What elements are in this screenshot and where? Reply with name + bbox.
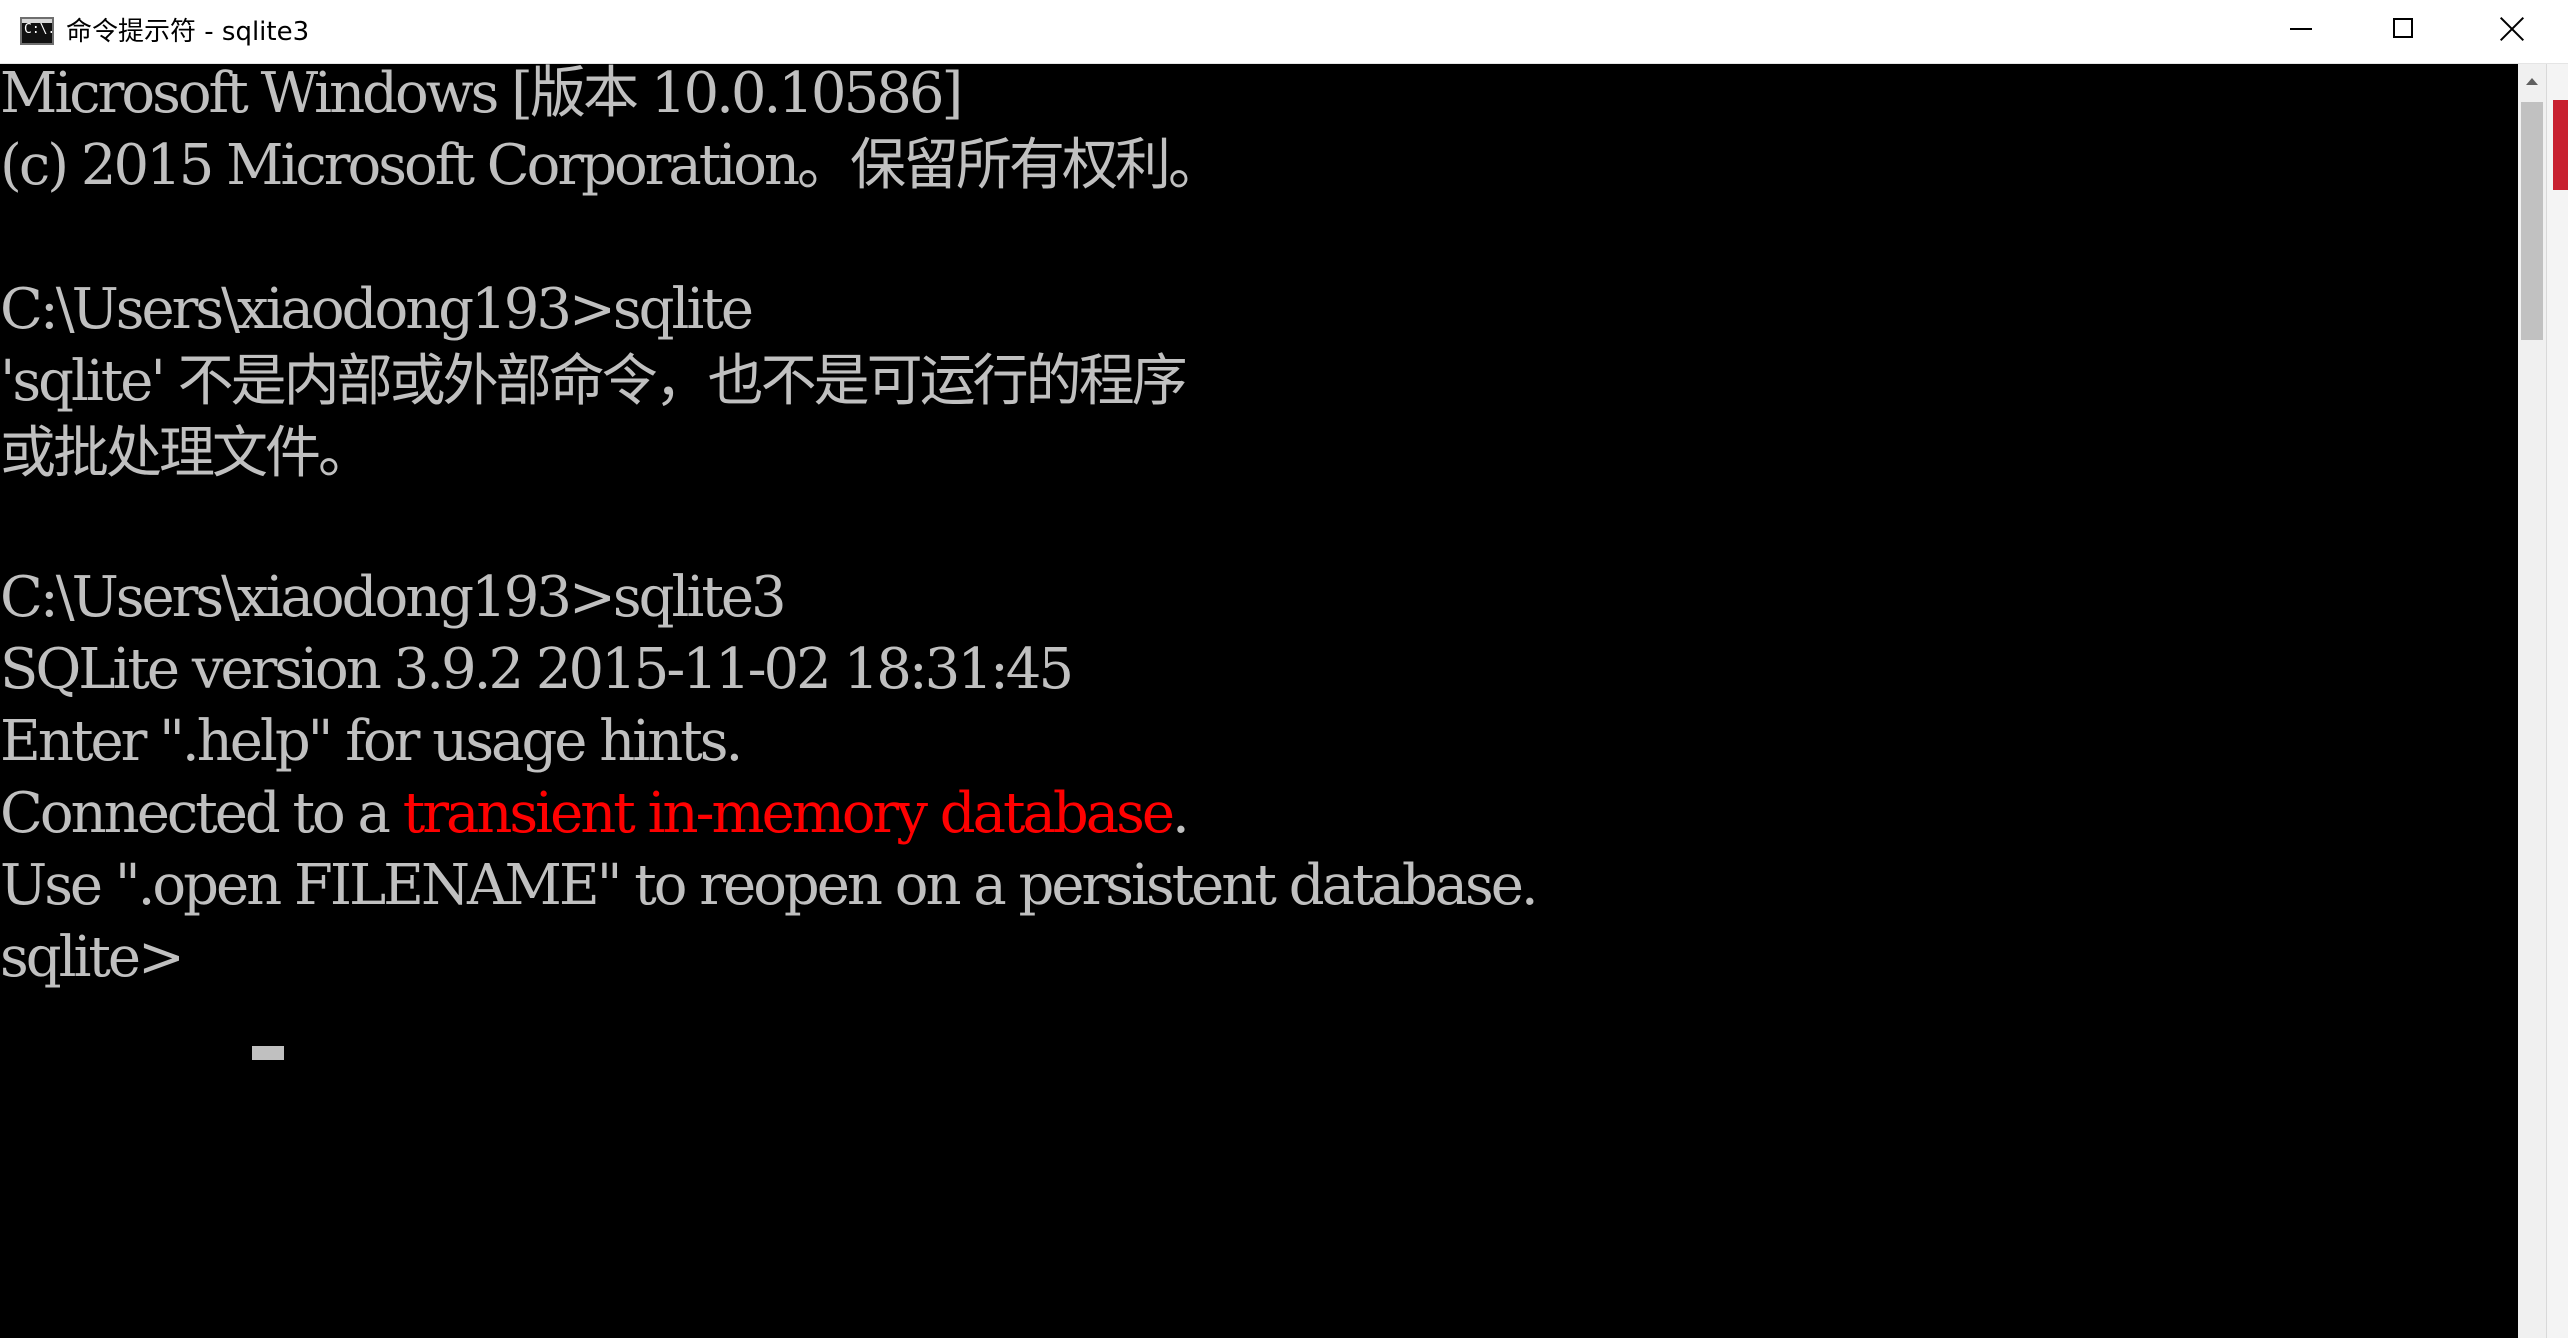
close-icon: [2500, 17, 2524, 41]
console-line-error: 'sqlite' 不是内部或外部命令，也不是可运行的程序: [0, 349, 1188, 414]
minimize-icon: [2290, 28, 2312, 30]
scrollbar-thumb[interactable]: [2521, 102, 2543, 340]
background-window-edge: [2546, 64, 2568, 1338]
sqlite-prompt[interactable]: sqlite>: [0, 928, 197, 988]
maximize-icon: [2393, 18, 2413, 38]
cmd-app-icon: C:\.: [20, 17, 54, 45]
minimize-button[interactable]: [2248, 0, 2352, 58]
console-line-command-sqlite: C:\Users\xiaodong193>sqlite: [0, 277, 754, 342]
scroll-up-arrow-icon[interactable]: [2518, 64, 2546, 98]
vertical-scrollbar[interactable]: [2518, 64, 2546, 1338]
command-prompt-window: C:\. 命令提示符 - sqlite3 Microsoft Windows […: [0, 0, 2568, 1338]
console-line-copyright: (c) 2015 Microsoft Corporation。保留所有权利。: [0, 133, 1224, 198]
transient-database-highlight: transient in-memory database: [402, 781, 1175, 846]
console-line-banner: Microsoft Windows [版本 10.0.10586]: [0, 64, 963, 126]
console-line-command-sqlite3: C:\Users\xiaodong193>sqlite3: [0, 565, 787, 630]
text-cursor: [252, 1046, 284, 1060]
console-line-connected: Connected to a transient in-memory datab…: [0, 781, 1190, 846]
console-line-error-cont: 或批处理文件。: [0, 421, 374, 486]
title-bar[interactable]: C:\. 命令提示符 - sqlite3: [0, 0, 2568, 64]
console-line-open-hint: Use ".open FILENAME" to reopen on a pers…: [0, 853, 1539, 918]
maximize-button[interactable]: [2352, 0, 2456, 58]
connected-prefix: Connected to a: [0, 781, 403, 846]
console-output[interactable]: Microsoft Windows [版本 10.0.10586] (c) 20…: [0, 64, 2518, 1338]
window-title: 命令提示符 - sqlite3: [66, 17, 310, 47]
background-window-accent: [2553, 100, 2568, 190]
close-button[interactable]: [2456, 0, 2568, 58]
connected-suffix: .: [1172, 781, 1190, 846]
console-line-help-hint: Enter ".help" for usage hints.: [0, 709, 743, 774]
console-line-version: SQLite version 3.9.2 2015-11-02 18:31:45: [0, 637, 1074, 702]
